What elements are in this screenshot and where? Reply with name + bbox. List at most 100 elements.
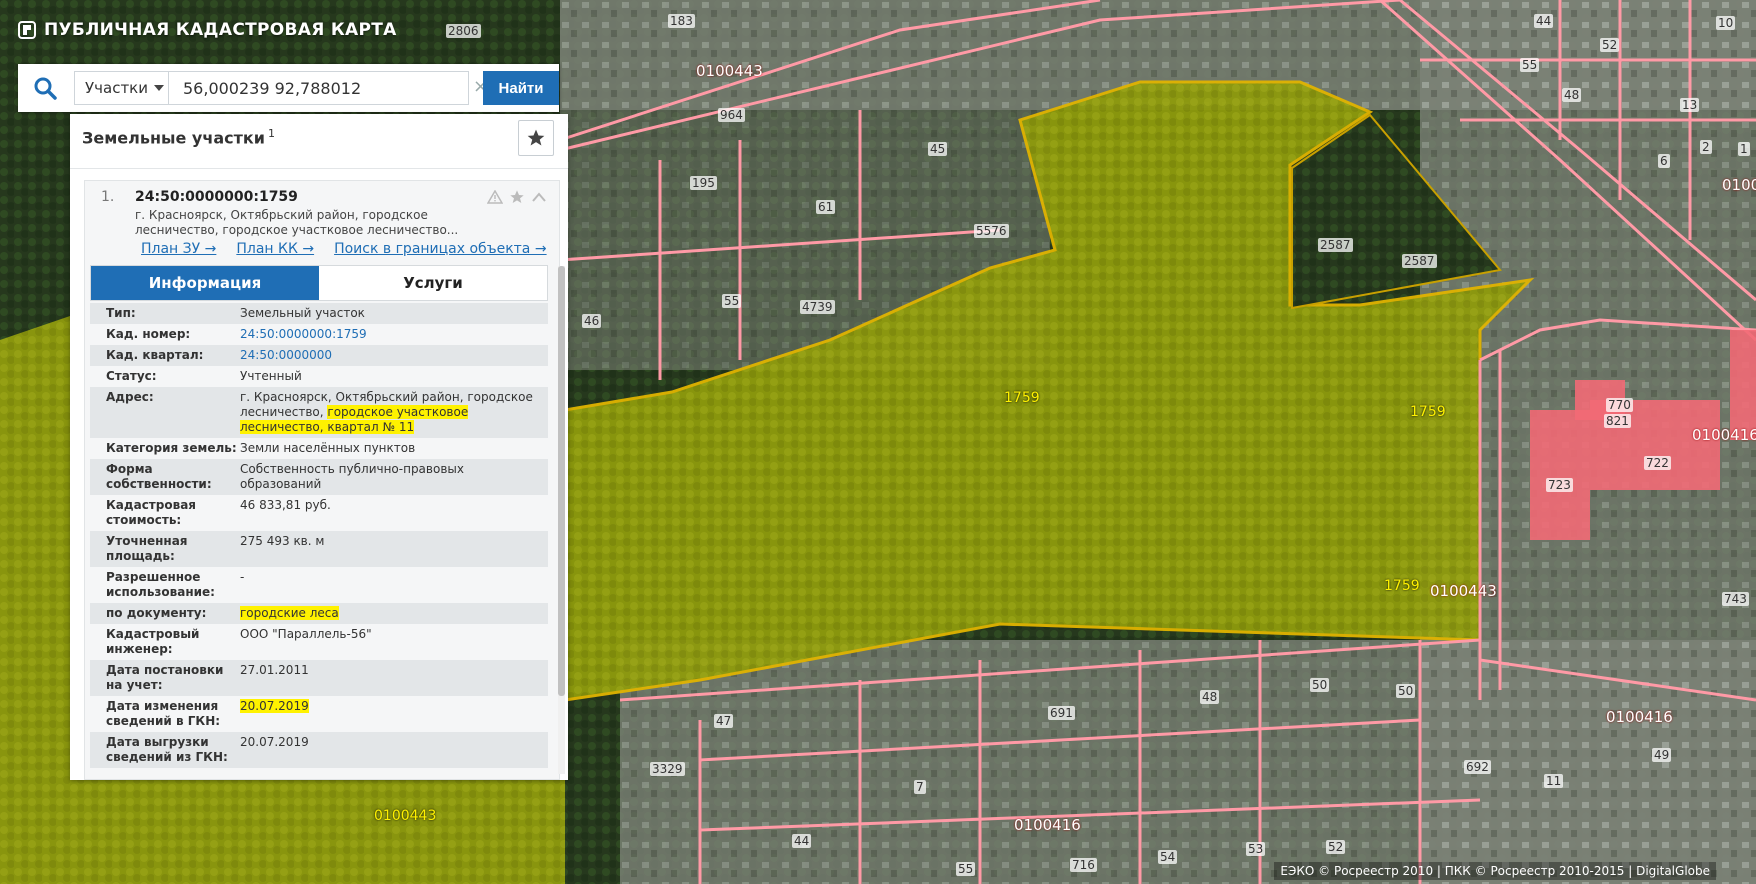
info-value: 275 493 кв. м (240, 534, 548, 564)
chevron-up-icon[interactable] (531, 191, 547, 203)
info-value[interactable]: 24:50:0000000 (240, 348, 548, 363)
info-value-text: Учтенный (240, 369, 302, 383)
tab-services[interactable]: Услуги (319, 266, 547, 300)
search-type-select[interactable]: Участки (74, 71, 168, 105)
scrollbar-thumb[interactable] (558, 266, 565, 696)
info-row: Статус: Учтенный (90, 366, 548, 387)
map-label-district: 0100443 (374, 808, 437, 824)
map-label: 743 (1722, 592, 1749, 606)
map-label: 716 (1070, 858, 1097, 872)
chevron-down-icon (154, 85, 164, 91)
map-label: 52 (1326, 840, 1346, 854)
star-icon[interactable] (509, 189, 525, 205)
results-panel: Земельные участки 1 1. 24:50:0000000:1759… (70, 114, 568, 780)
info-table: Тип: Земельный участок Кад. номер: 24:50:00… (90, 303, 548, 768)
warning-icon[interactable] (487, 190, 503, 204)
info-row: Дата изменения сведений в ГКН: 20.07.2019 (90, 696, 548, 732)
info-row: Уточненная площадь: 275 493 кв. м (90, 531, 548, 567)
info-key: Кадастровая стоимость: (106, 498, 196, 527)
info-row: Кад. квартал: 24:50:0000000 (90, 345, 548, 366)
map-label: 4739 (800, 300, 835, 314)
find-button[interactable]: Найти (483, 71, 559, 105)
map-label: 195 (690, 176, 717, 190)
info-value: - (240, 570, 548, 600)
search-icon[interactable] (32, 75, 58, 101)
info-row: Категория земель: Земли населённых пункто… (90, 438, 548, 459)
info-value-highlight: городские леса (240, 606, 339, 620)
info-row: Кадастровый инженер: ООО "Параллель-56" (90, 624, 548, 660)
plan-kk-link[interactable]: План КК → (236, 241, 314, 257)
panel-title-text: Земельные участки (82, 128, 265, 148)
info-key: Кад. номер: (106, 327, 191, 341)
result-index: 1. (101, 189, 115, 205)
info-key: Тип: (106, 306, 136, 320)
info-value-highlight: 20.07.2019 (240, 699, 309, 713)
result-links: План ЗУ → План КК → Поиск в границах объ… (141, 241, 547, 257)
favorites-button[interactable] (518, 120, 554, 156)
map-label: 1 (1738, 142, 1750, 156)
map-label: 55 (956, 862, 976, 876)
app-title: ПУБЛИЧНАЯ КАДАСТРОВАЯ КАРТА (44, 20, 397, 40)
map-label: 50 (1310, 678, 1330, 692)
map-label-district: 0100416 (1692, 426, 1756, 444)
map-label: 2587 (1318, 238, 1353, 252)
map-label: 723 (1546, 478, 1573, 492)
building-right (1730, 330, 1756, 440)
map-label: 47 (714, 714, 734, 728)
info-row: Форма собственности: Собственность публич… (90, 459, 548, 495)
map-label: 52 (1600, 38, 1620, 52)
info-value-text: 24:50:0000000:1759 (240, 327, 367, 341)
info-value-text: 20.07.2019 (240, 735, 309, 749)
map-label-district: 0100416 (1606, 708, 1673, 726)
result-cad-number: 24:50:0000000:1759 (135, 189, 298, 205)
map-label-district: 0100416 (1014, 816, 1081, 834)
map-label-parcel: 1759 (1004, 390, 1040, 406)
map-credits: ЕЭКО © Росреестр 2010 | ПКК © Росреестр … (1274, 862, 1716, 880)
info-value-text: Земельный участок (240, 306, 365, 320)
map-label: 49 (1652, 748, 1672, 762)
map-label-parcel: 1759 (1384, 578, 1420, 594)
info-key: Статус: (106, 369, 157, 383)
panel-scrollbar[interactable] (558, 266, 565, 774)
info-row: Тип: Земельный участок (90, 303, 548, 324)
search-input[interactable] (168, 71, 469, 105)
plan-zu-link[interactable]: План ЗУ → (141, 241, 216, 257)
map-label: 46 (582, 314, 602, 328)
info-value[interactable]: 24:50:0000000:1759 (240, 327, 548, 342)
map-label: 55 (1520, 58, 1540, 72)
info-key: Дата изменения сведений в ГКН: (106, 699, 221, 728)
star-icon (527, 129, 545, 146)
map-label: 44 (792, 834, 812, 848)
map-label: 55 (722, 294, 742, 308)
map-label-district: 0100 (1722, 176, 1756, 194)
building-723 (1530, 410, 1590, 540)
map-label: 44 (1534, 14, 1554, 28)
info-value-text: Собственность публично-правовых образова… (240, 462, 464, 491)
info-key: Форма собственности: (106, 462, 212, 491)
info-value: Собственность публично-правовых образова… (240, 462, 548, 492)
info-value: Земельный участок (240, 306, 548, 321)
panel-header: Земельные участки 1 (70, 114, 568, 169)
result-actions (487, 189, 547, 205)
map-label: 11 (1544, 774, 1564, 788)
map-label: 53 (1246, 842, 1266, 856)
map-label: 2587 (1402, 254, 1437, 268)
map-label-district: 0100443 (1430, 582, 1497, 600)
info-row: Разрешенное использование: - (90, 567, 548, 603)
info-key: Разрешенное использование: (106, 570, 215, 599)
info-row: Кадастровая стоимость: 46 833,81 руб. (90, 495, 548, 531)
info-row: Дата постановки на учет: 27.01.2011 (90, 660, 548, 696)
map-label: 48 (1562, 88, 1582, 102)
tab-information[interactable]: Информация (91, 266, 319, 300)
info-value-text: - (240, 570, 245, 584)
result-count: 1 (267, 127, 275, 140)
result-card[interactable]: 1. 24:50:0000000:1759 г. Красноярск, Окт… (84, 180, 560, 780)
map-label: 6 (1658, 154, 1670, 168)
map-label: 45 (928, 142, 948, 156)
search-in-bounds-link[interactable]: Поиск в границах объекта → (334, 241, 547, 257)
map-label: 2 (1700, 140, 1712, 154)
result-address: г. Красноярск, Октябрьский район, городс… (135, 208, 459, 237)
info-value: 27.01.2011 (240, 663, 548, 693)
map-label-district: 0100443 (696, 62, 763, 80)
map-label: 5576 (974, 224, 1009, 238)
